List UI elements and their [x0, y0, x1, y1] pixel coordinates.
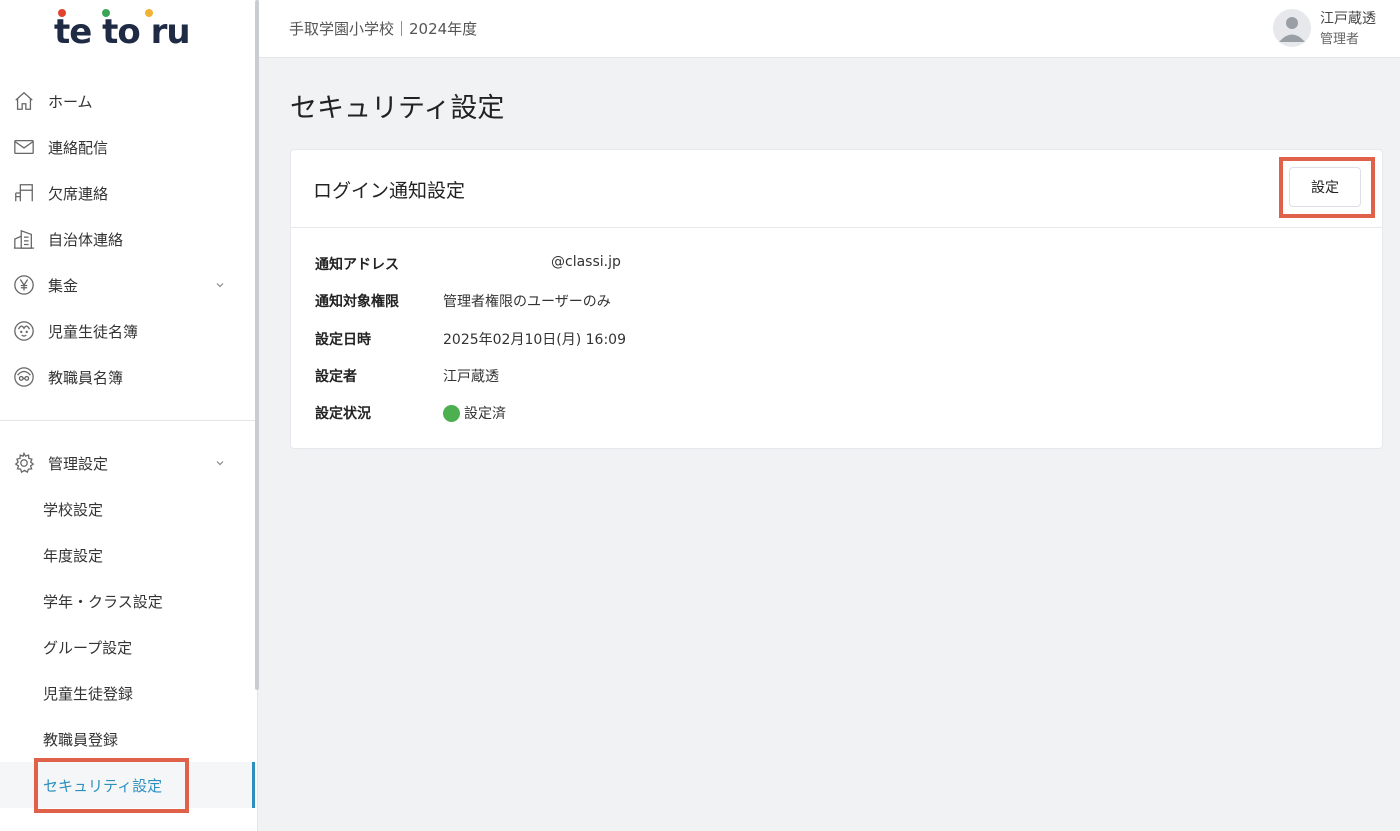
teacher-face-icon [12, 365, 36, 389]
sidebar-scrollbar[interactable] [255, 0, 259, 690]
sidebar-subitem-school-settings[interactable]: 学校設定 [0, 486, 255, 532]
sidebar-item-staff-roster[interactable]: 教職員名簿 [0, 354, 255, 400]
sidebar-divider [0, 420, 255, 421]
child-face-icon [12, 319, 36, 343]
home-icon [12, 89, 36, 113]
sidebar-item-label: 欠席連絡 [48, 184, 109, 203]
main-nav: ホーム 連絡配信 欠席連絡 自治体連絡 集金 児童生徒名簿 教職員名簿 [0, 78, 255, 400]
sidebar-subitem-student-registration[interactable]: 児童生徒登録 [0, 670, 255, 716]
sidebar-item-label: ホーム [48, 92, 93, 111]
sidebar: te to ru ホーム 連絡配信 欠席連絡 自治体連絡 集金 児童生徒名簿 教… [0, 0, 258, 831]
detail-label: 設定日時 [315, 331, 371, 348]
detail-row-datetime: 設定日時 2025年02月10日(月) 16:09 [315, 329, 626, 366]
detail-value: 管理者権限のユーザーのみ [443, 294, 611, 311]
gear-icon [12, 451, 36, 475]
user-role: 管理者 [1320, 32, 1360, 47]
sidebar-item-absence[interactable]: 欠席連絡 [0, 170, 255, 216]
sidebar-item-label: 管理設定 [48, 454, 109, 473]
desk-icon [12, 181, 36, 205]
detail-value: @classi.jp [551, 254, 621, 270]
sidebar-item-payment[interactable]: 集金 [0, 262, 255, 308]
chevron-down-icon [216, 283, 224, 288]
user-name[interactable]: 江戸蔵透 [1320, 8, 1376, 28]
detail-row-address: 通知アドレス @classi.jp [315, 254, 626, 291]
settings-details: 通知アドレス @classi.jp 通知対象権限 管理者権限のユーザーのみ 設定… [315, 254, 626, 440]
status-text: 設定済 [464, 406, 506, 423]
avatar[interactable] [1273, 9, 1311, 47]
sidebar-subitem-grade-class-settings[interactable]: 学年・クラス設定 [0, 578, 255, 624]
detail-row-setter: 設定者 江戸蔵透 [315, 366, 626, 403]
building-icon [12, 227, 36, 251]
sidebar-item-admin-settings[interactable]: 管理設定 [0, 440, 255, 486]
yen-icon [12, 273, 36, 297]
sidebar-item-student-roster[interactable]: 児童生徒名簿 [0, 308, 255, 354]
status-value: 設定済 [443, 403, 506, 423]
tetoru-logo[interactable]: te to ru [54, 6, 194, 52]
mail-icon [12, 135, 36, 159]
school-year-label: 手取学園小学校｜2024年度 [289, 20, 478, 38]
logo-text: te to ru [54, 12, 191, 52]
status-dot-icon [443, 404, 460, 422]
chevron-down-icon [216, 461, 224, 466]
detail-label: 通知対象権限 [315, 294, 399, 311]
sidebar-subitem-year-settings[interactable]: 年度設定 [0, 532, 255, 578]
sidebar-item-label: 連絡配信 [48, 138, 109, 157]
sidebar-subitem-group-settings[interactable]: グループ設定 [0, 624, 255, 670]
detail-label: 設定状況 [315, 406, 371, 423]
login-notification-card: ログイン通知設定 設定 通知アドレス @classi.jp 通知対象権限 管理者… [290, 149, 1383, 449]
sidebar-item-municipality[interactable]: 自治体連絡 [0, 216, 255, 262]
admin-nav: 管理設定 学校設定 年度設定 学年・クラス設定 グループ設定 児童生徒登録 教職… [0, 440, 255, 808]
settings-button[interactable]: 設定 [1289, 167, 1361, 207]
sidebar-item-home[interactable]: ホーム [0, 78, 255, 124]
detail-row-status: 設定状況 設定済 [315, 403, 626, 440]
top-bar: 手取学園小学校｜2024年度 江戸蔵透 管理者 [259, 0, 1400, 58]
sidebar-item-messages[interactable]: 連絡配信 [0, 124, 255, 170]
detail-label: 設定者 [315, 368, 357, 385]
sidebar-item-label: 教職員名簿 [48, 368, 124, 387]
user-avatar-icon [1279, 17, 1305, 42]
card-header: ログイン通知設定 設定 [291, 150, 1382, 228]
sidebar-subitem-security-settings[interactable]: セキュリティ設定 [0, 762, 255, 808]
sidebar-subitem-staff-registration[interactable]: 教職員登録 [0, 716, 255, 762]
detail-label: 通知アドレス [315, 257, 399, 273]
detail-row-target: 通知対象権限 管理者権限のユーザーのみ [315, 291, 626, 328]
sidebar-item-label: 児童生徒名簿 [48, 322, 139, 341]
detail-value: 江戸蔵透 [443, 368, 499, 385]
page-title: セキュリティ設定 [290, 93, 505, 124]
card-title: ログイン通知設定 [313, 180, 466, 202]
detail-value: 2025年02月10日(月) 16:09 [443, 331, 626, 348]
sidebar-item-label: 自治体連絡 [48, 230, 124, 249]
sidebar-item-label: 集金 [48, 276, 79, 295]
